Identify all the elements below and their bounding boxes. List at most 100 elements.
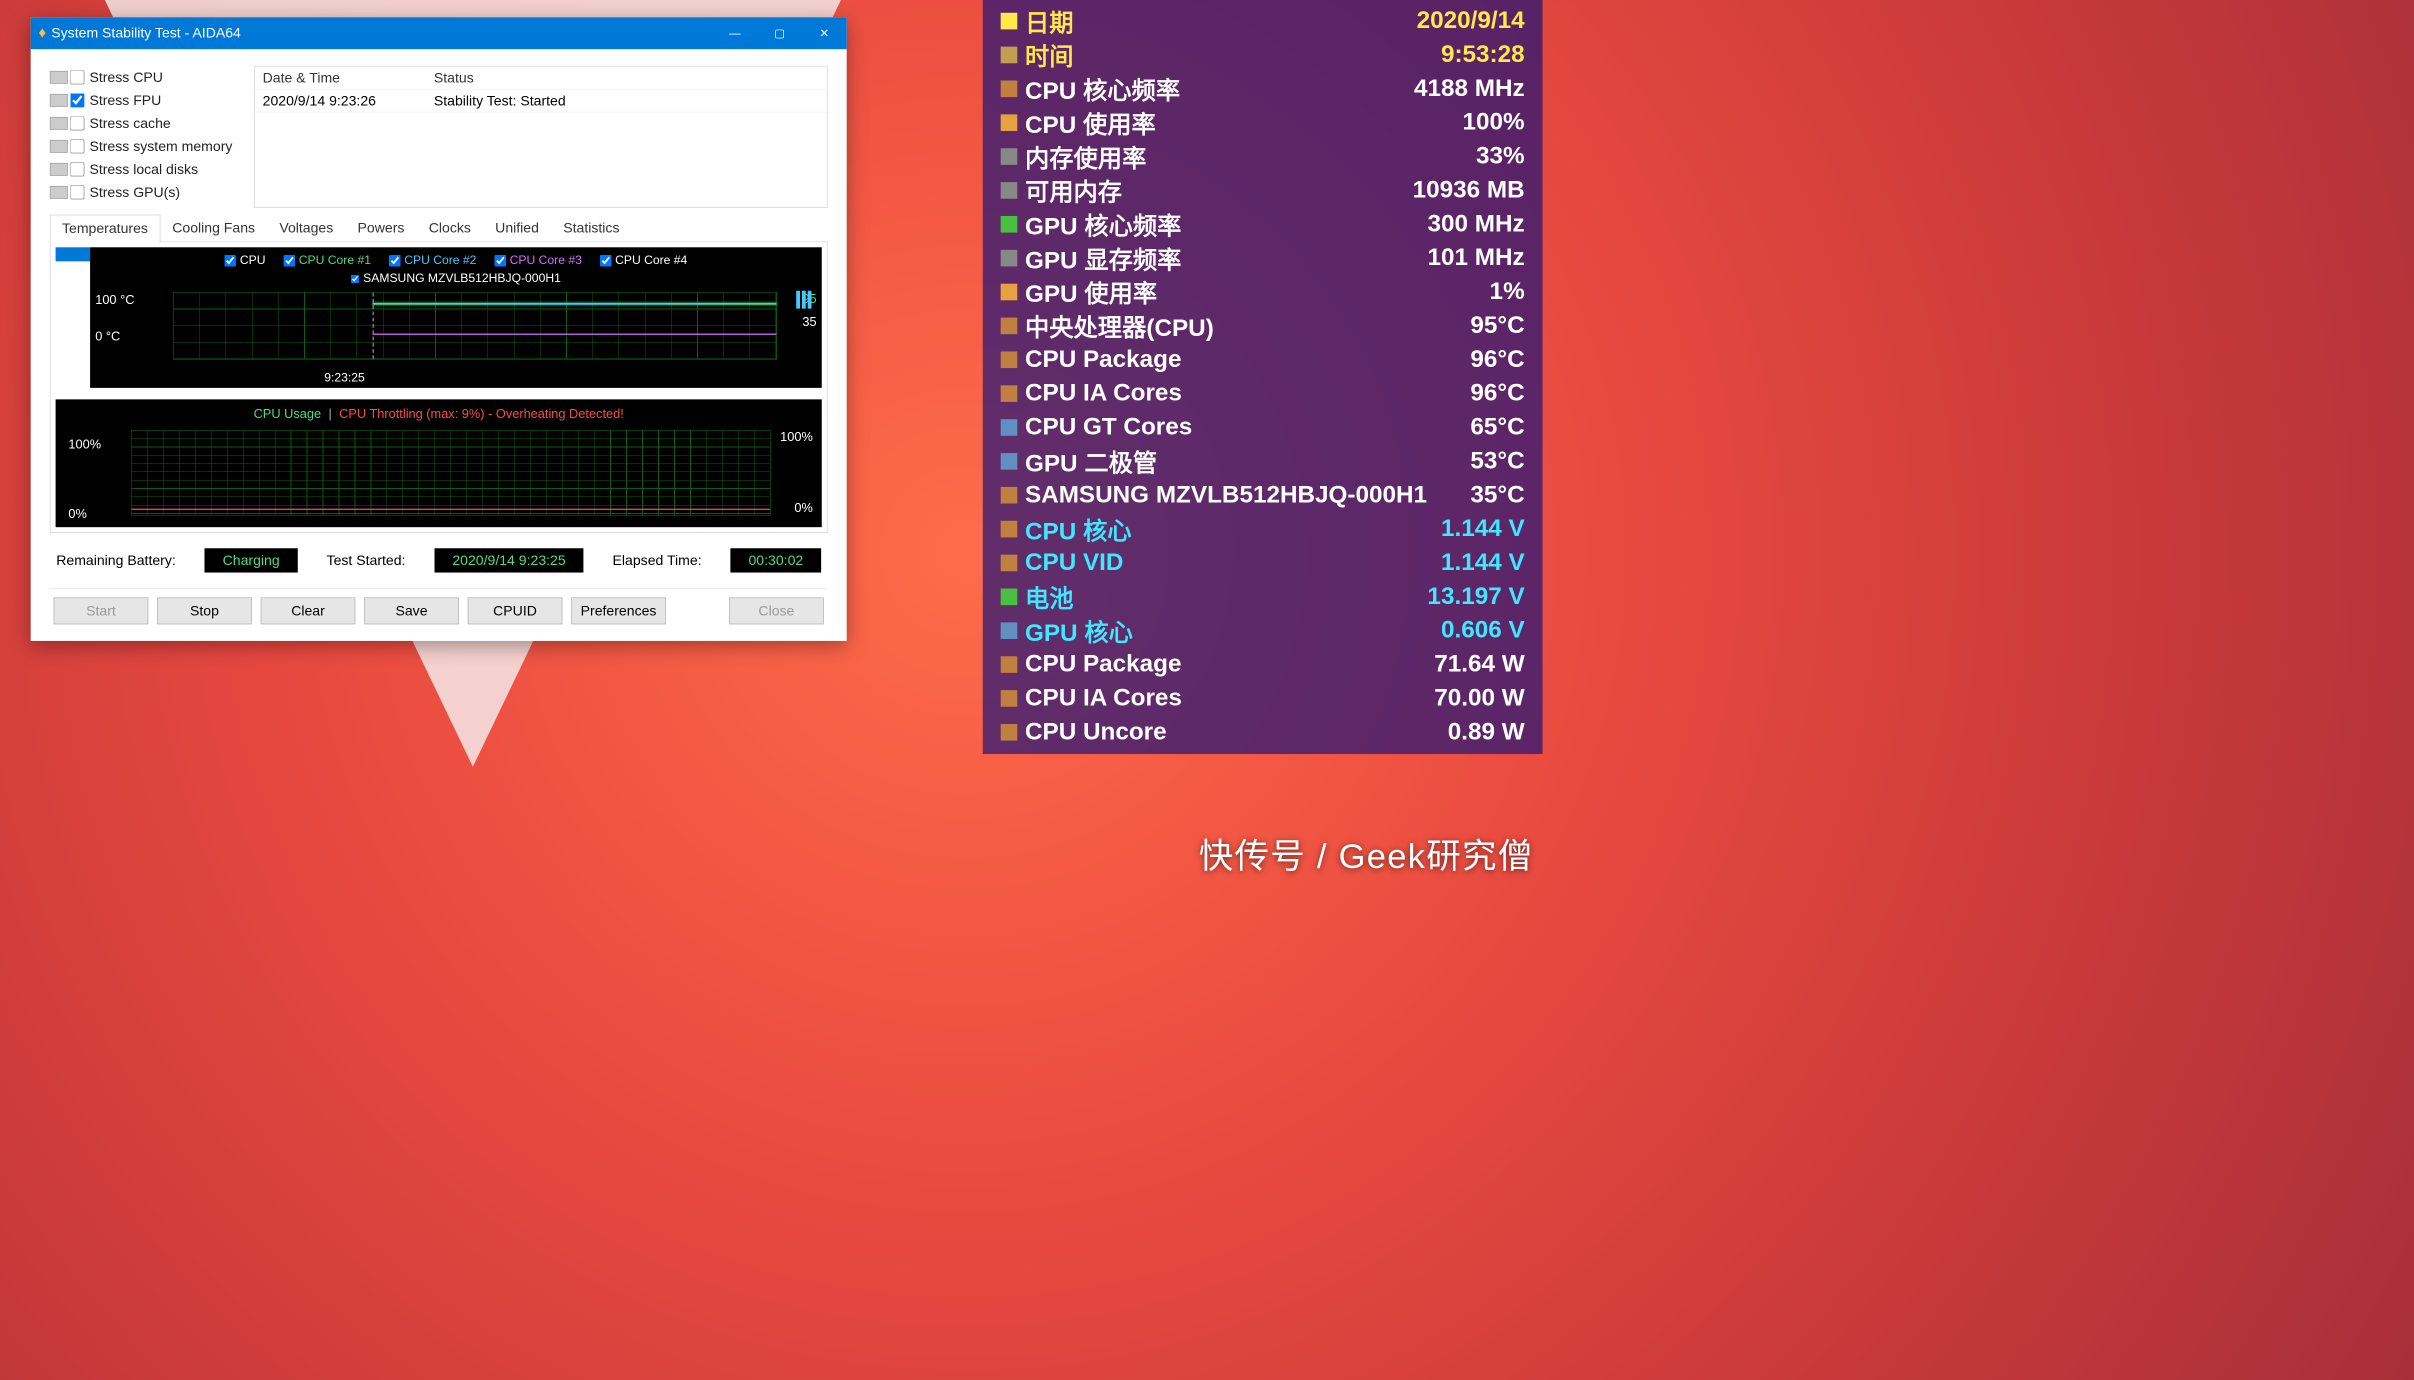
sensor-icon (1001, 250, 1018, 267)
close-button[interactable]: ✕ (802, 17, 847, 49)
clear-button[interactable]: Clear (261, 597, 356, 624)
sensor-value: 100% (1463, 109, 1525, 136)
throttling-label: CPU Throttling (max: 9%) - Overheating D… (339, 407, 624, 421)
started-label: Test Started: (327, 552, 406, 569)
tab-voltages[interactable]: Voltages (267, 214, 345, 241)
save-button[interactable]: Save (364, 597, 459, 624)
stress-icon (50, 94, 68, 107)
tab-clocks[interactable]: Clocks (417, 214, 483, 241)
minimize-button[interactable]: — (712, 17, 757, 49)
device-label: SAMSUNG MZVLB512HBJQ-000H1 (363, 272, 561, 286)
sensor-name: CPU Package (1025, 346, 1470, 373)
sensor-checkbox[interactable] (225, 255, 237, 267)
sensor-label: CPU Core #2 (404, 254, 476, 268)
sensor-name: 内存使用率 (1025, 139, 1476, 174)
tab-cooling-fans[interactable]: Cooling Fans (160, 214, 267, 241)
stress-icon (50, 163, 68, 176)
stress-checkbox-2[interactable] (70, 116, 84, 130)
sensor-checkbox[interactable] (600, 255, 612, 267)
start-button[interactable]: Start (54, 597, 149, 624)
log-col-status: Status (434, 69, 827, 86)
sensor-icon (1001, 419, 1018, 436)
sensor-name: GPU 使用率 (1025, 274, 1490, 309)
sensor-icon (1001, 317, 1018, 334)
sensor-icon (1001, 622, 1018, 639)
tab-powers[interactable]: Powers (345, 214, 416, 241)
sensor-value: 35°C (1470, 481, 1524, 508)
sensor-checkbox[interactable] (389, 255, 401, 267)
stress-checkbox-5[interactable] (70, 185, 84, 199)
stress-item-0: Stress CPU (50, 66, 247, 89)
sensor-name: CPU Package (1025, 651, 1434, 678)
sensor-name: CPU Uncore (1025, 718, 1448, 745)
overlay-row: CPU GT Cores65°C (1001, 410, 1525, 444)
overlay-row: CPU 核心频率4188 MHz (1001, 72, 1525, 106)
sensor-icon (1001, 80, 1018, 97)
sensor-icon (1001, 12, 1018, 29)
sensor-name: CPU IA Cores (1025, 684, 1434, 711)
graph-area: CPUCPU Core #1CPU Core #2CPU Core #3CPU … (50, 242, 828, 533)
sensor-value: 53°C (1470, 447, 1524, 474)
sensor-checkbox[interactable] (494, 255, 506, 267)
sensor-icon (1001, 690, 1018, 707)
sensor-value: 4188 MHz (1414, 75, 1525, 102)
titlebar[interactable]: ♦ System Stability Test - AIDA64 — ▢ ✕ (31, 17, 847, 49)
stress-item-5: Stress GPU(s) (50, 181, 247, 204)
sensor-value: 1.144 V (1441, 549, 1525, 576)
stop-button[interactable]: Stop (157, 597, 252, 624)
button-row: Start Stop Clear Save CPUID Preferences Close (50, 588, 828, 630)
stress-checkbox-3[interactable] (70, 139, 84, 153)
sensor-name: CPU GT Cores (1025, 413, 1470, 440)
status-row: Remaining Battery: Charging Test Started… (50, 533, 828, 579)
y-label-0: 0 °C (95, 330, 134, 345)
log-row: 2020/9/14 9:23:26 Stability Test: Starte… (255, 89, 827, 112)
sensor-icon (1001, 554, 1018, 571)
cpuid-button[interactable]: CPUID (468, 597, 563, 624)
sensor-value: 95°C (1470, 312, 1524, 339)
sensor-value: 1% (1490, 278, 1525, 305)
sensor-icon (1001, 114, 1018, 131)
sensor-overlay: 日期2020/9/14时间9:53:28CPU 核心频率4188 MHzCPU … (983, 0, 1543, 754)
sensor-icon (1001, 46, 1018, 63)
overlay-row: CPU Uncore0.89 W (1001, 715, 1525, 749)
device-checkbox[interactable] (351, 274, 359, 282)
sensor-value: 65°C (1470, 413, 1524, 440)
tab-unified[interactable]: Unified (483, 214, 551, 241)
close-button[interactable]: Close (729, 597, 824, 624)
tab-statistics[interactable]: Statistics (551, 214, 632, 241)
temp-plot (173, 292, 777, 360)
graph-tabs: TemperaturesCooling FansVoltagesPowersCl… (50, 214, 828, 242)
battery-value: Charging (205, 548, 298, 572)
bar-indicators (796, 291, 811, 309)
sensor-name: 中央处理器(CPU) (1025, 308, 1470, 343)
sensor-value: 70.00 W (1434, 684, 1524, 711)
sensor-label: CPU Core #4 (615, 254, 687, 268)
overlay-row: CPU IA Cores70.00 W (1001, 681, 1525, 715)
sensor-icon (1001, 216, 1018, 233)
stress-icon (50, 186, 68, 199)
stress-label: Stress FPU (89, 92, 161, 109)
maximize-button[interactable]: ▢ (757, 17, 802, 49)
stress-checkbox-1[interactable] (70, 93, 84, 107)
stress-item-1: Stress FPU (50, 89, 247, 112)
stress-item-3: Stress system memory (50, 135, 247, 158)
usage-plot (131, 430, 771, 516)
tab-temperatures[interactable]: Temperatures (50, 215, 160, 242)
sensor-name: CPU 使用率 (1025, 105, 1463, 140)
stress-checkbox-0[interactable] (70, 70, 84, 84)
sensor-value: 71.64 W (1434, 651, 1524, 678)
sensor-checkbox[interactable] (283, 255, 295, 267)
sensor-value: 10936 MB (1413, 176, 1525, 203)
stress-item-4: Stress local disks (50, 158, 247, 181)
stress-checkbox-4[interactable] (70, 162, 84, 176)
stress-label: Stress cache (89, 115, 170, 132)
stress-item-2: Stress cache (50, 112, 247, 135)
window-title: System Stability Test - AIDA64 (51, 25, 241, 42)
u-y-0: 0% (68, 507, 101, 522)
preferences-button[interactable]: Preferences (571, 597, 666, 624)
overlay-row: CPU Package71.64 W (1001, 647, 1525, 681)
stress-label: Stress GPU(s) (89, 184, 180, 201)
overlay-row: 中央处理器(CPU)95°C (1001, 309, 1525, 343)
stress-label: Stress local disks (89, 161, 198, 178)
sensor-value: 9:53:28 (1441, 41, 1525, 68)
